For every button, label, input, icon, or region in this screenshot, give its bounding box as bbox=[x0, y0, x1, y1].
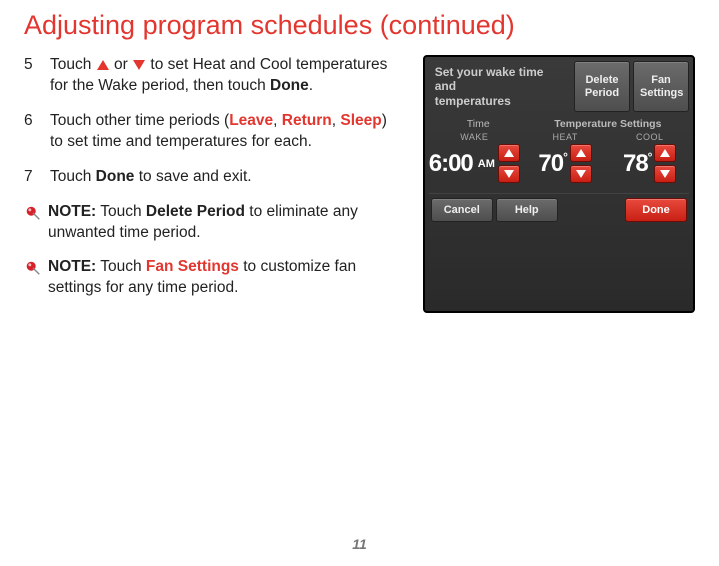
text: Touch bbox=[50, 168, 96, 185]
heat-down-button[interactable] bbox=[570, 165, 592, 183]
instruction-column: 5 Touch or to set Heat and Cool temperat… bbox=[24, 55, 403, 313]
time-block: WAKE 6:00 AM bbox=[429, 132, 520, 183]
cool-label: COOL bbox=[610, 132, 689, 142]
step-number: 7 bbox=[24, 167, 50, 188]
leave-keyword: Leave bbox=[229, 112, 273, 129]
done-button[interactable]: Done bbox=[625, 198, 687, 222]
done-keyword: Done bbox=[270, 77, 309, 94]
text: Set your wake time and bbox=[435, 65, 565, 94]
text: or bbox=[110, 56, 132, 73]
sleep-keyword: Sleep bbox=[340, 112, 381, 129]
note-fan-settings: NOTE: Touch Fan Settings to customize fa… bbox=[24, 257, 403, 299]
up-arrow-icon bbox=[576, 149, 586, 157]
heat-label: HEAT bbox=[526, 132, 605, 142]
step-text: Touch other time periods (Leave, Return,… bbox=[50, 111, 403, 153]
note-label: NOTE: bbox=[48, 203, 96, 220]
down-arrow-icon bbox=[133, 60, 145, 70]
text: Touch bbox=[96, 203, 146, 220]
help-button[interactable]: Help bbox=[496, 198, 558, 222]
cool-value: 78° bbox=[623, 150, 652, 178]
cool-down-button[interactable] bbox=[654, 165, 676, 183]
degree-icon: ° bbox=[563, 150, 567, 164]
pushpin-icon bbox=[24, 259, 42, 277]
return-keyword: Return bbox=[282, 112, 332, 129]
temperature-column-label: Temperature Settings bbox=[529, 118, 687, 130]
text: Touch bbox=[50, 56, 96, 73]
step-6: 6 Touch other time periods (Leave, Retur… bbox=[24, 111, 403, 153]
note-label: NOTE: bbox=[48, 258, 96, 275]
text: 78 bbox=[623, 150, 648, 177]
down-arrow-icon bbox=[504, 170, 514, 178]
cool-up-button[interactable] bbox=[654, 144, 676, 162]
page-number: 11 bbox=[0, 536, 719, 552]
note-text: NOTE: Touch Delete Period to eliminate a… bbox=[48, 202, 403, 244]
time-down-button[interactable] bbox=[498, 165, 520, 183]
text: Touch bbox=[96, 258, 146, 275]
up-arrow-icon bbox=[504, 149, 514, 157]
pushpin-icon bbox=[24, 204, 42, 222]
step-text: Touch or to set Heat and Cool temperatur… bbox=[50, 55, 403, 97]
cancel-button[interactable]: Cancel bbox=[431, 198, 493, 222]
thermostat-panel: Set your wake time and temperatures Dele… bbox=[423, 55, 695, 313]
text: Touch other time periods ( bbox=[50, 112, 229, 129]
step-number: 6 bbox=[24, 111, 50, 153]
cool-block: COOL 78° bbox=[610, 132, 689, 183]
time-value: 6:00 bbox=[429, 150, 473, 178]
step-number: 5 bbox=[24, 55, 50, 97]
down-arrow-icon bbox=[660, 170, 670, 178]
text: Fan bbox=[640, 74, 682, 86]
text: , bbox=[273, 112, 282, 129]
heat-value: 70° bbox=[538, 150, 567, 178]
note-delete-period: NOTE: Touch Delete Period to eliminate a… bbox=[24, 202, 403, 244]
delete-period-button[interactable]: Delete Period bbox=[574, 61, 630, 112]
heat-block: HEAT 70° bbox=[526, 132, 605, 183]
note-text: NOTE: Touch Fan Settings to customize fa… bbox=[48, 257, 403, 299]
up-arrow-icon bbox=[97, 60, 109, 70]
page-title: Adjusting program schedules (continued) bbox=[24, 10, 695, 41]
time-up-button[interactable] bbox=[498, 144, 520, 162]
text: Delete bbox=[581, 74, 623, 86]
down-arrow-icon bbox=[576, 170, 586, 178]
up-arrow-icon bbox=[660, 149, 670, 157]
step-5: 5 Touch or to set Heat and Cool temperat… bbox=[24, 55, 403, 97]
fan-settings-keyword: Fan Settings bbox=[146, 258, 239, 275]
done-keyword: Done bbox=[96, 168, 135, 185]
time-ampm: AM bbox=[478, 158, 495, 170]
degree-icon: ° bbox=[648, 150, 652, 164]
text: . bbox=[309, 77, 313, 94]
text: temperatures bbox=[435, 94, 565, 108]
text: to save and exit. bbox=[134, 168, 251, 185]
step-7: 7 Touch Done to save and exit. bbox=[24, 167, 403, 188]
spacer bbox=[561, 198, 622, 222]
time-column-label: Time bbox=[431, 118, 526, 130]
wake-label: WAKE bbox=[429, 132, 520, 142]
delete-period-keyword: Delete Period bbox=[146, 203, 245, 220]
header-message: Set your wake time and temperatures bbox=[429, 61, 571, 112]
text: Period bbox=[581, 87, 623, 99]
text: Settings bbox=[640, 87, 682, 99]
step-text: Touch Done to save and exit. bbox=[50, 167, 403, 188]
fan-settings-button[interactable]: Fan Settings bbox=[633, 61, 689, 112]
text: 70 bbox=[538, 150, 563, 177]
heat-up-button[interactable] bbox=[570, 144, 592, 162]
